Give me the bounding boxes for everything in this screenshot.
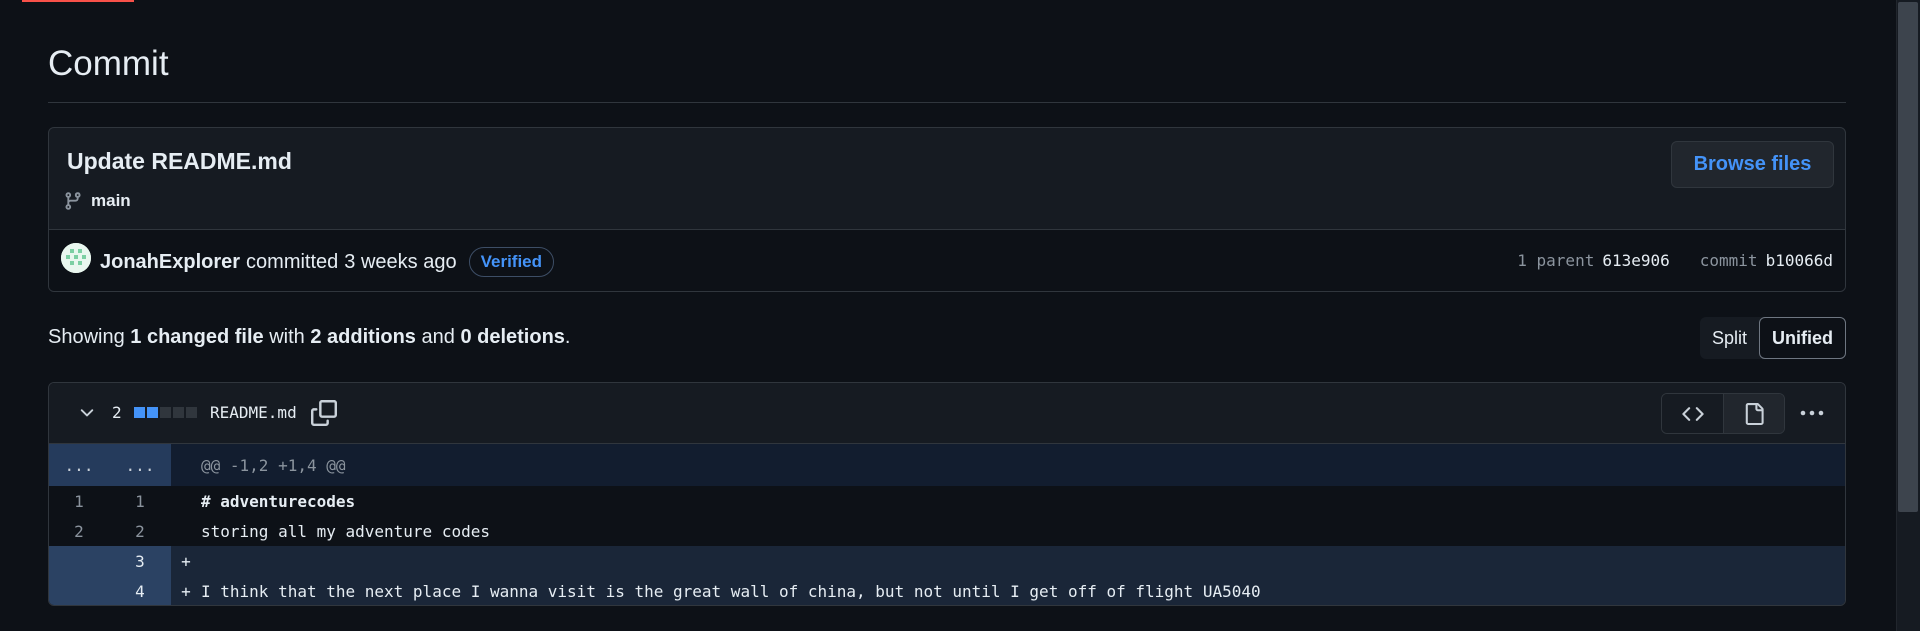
page-scrollbar[interactable] (1896, 0, 1920, 631)
diffstat-block-add (134, 407, 145, 418)
new-line-number[interactable]: 4 (109, 576, 171, 605)
commit-label: commit (1699, 251, 1758, 270)
diff-code: storing all my adventure codes (201, 521, 490, 541)
new-line-number[interactable]: 3 (109, 546, 171, 576)
diff-line-added: 4 + I think that the next place I wanna … (49, 576, 1845, 605)
diff-summary: Showing 1 changed file with 2 additions … (48, 326, 570, 349)
commit-message: Update README.md (67, 148, 292, 174)
old-line-number[interactable] (49, 546, 109, 576)
diffstat-block-neutral (186, 407, 197, 418)
verified-badge[interactable]: Verified (468, 247, 555, 277)
old-line-number[interactable]: 1 (49, 491, 109, 511)
diff-code: I think that the next place I wanna visi… (201, 581, 1261, 601)
kebab-horizontal-icon[interactable] (1799, 403, 1825, 423)
commit-parents: 1 parent 613e906 commit b10066d (1517, 251, 1833, 270)
diff-marker: + (181, 551, 191, 571)
summary-text: Showing (48, 326, 125, 348)
unified-view-button[interactable]: Unified (1759, 317, 1846, 359)
new-line-number[interactable]: 2 (109, 521, 171, 541)
file-view-buttons (1661, 393, 1785, 434)
file-view-button[interactable] (1723, 394, 1784, 433)
diff-line: 2 2 storing all my adventure codes (49, 516, 1845, 546)
file-icon (1745, 402, 1764, 425)
author-link[interactable]: JonahExplorer (100, 251, 240, 274)
diff-line-added: 3 + (49, 546, 1845, 576)
chevron-down-icon[interactable] (77, 403, 97, 423)
summary-text: and (421, 326, 455, 348)
split-view-button[interactable]: Split (1700, 317, 1759, 359)
parent-sha-link[interactable]: 613e906 (1602, 251, 1669, 270)
commit-author-line: JonahExplorer committed 3 weeks ago Veri… (100, 247, 555, 277)
diffstat-block-add (147, 407, 158, 418)
file-diff-header: 2 README.md (49, 383, 1845, 444)
parent-label: 1 parent (1517, 251, 1595, 270)
branch-label[interactable]: main (63, 190, 131, 212)
summary-deletions: 0 deletions (460, 326, 565, 348)
hunk-header-text: @@ -1,2 +1,4 @@ (201, 455, 346, 475)
diffstat-block-neutral (160, 407, 171, 418)
code-view-button[interactable] (1662, 394, 1723, 433)
old-line-number[interactable] (49, 576, 109, 605)
commit-action: committed (246, 250, 339, 273)
avatar[interactable] (61, 243, 91, 273)
diffstat-block-neutral (173, 407, 184, 418)
diff-line: 1 1 # adventurecodes (49, 486, 1845, 516)
hunk-expand-new[interactable]: ... (109, 444, 171, 486)
summary-changed-files: 1 changed file (130, 326, 264, 348)
branch-name: main (91, 191, 131, 210)
diffstat-bar (134, 407, 197, 418)
summary-text: with (269, 326, 305, 348)
diff-table: ... ... @@ -1,2 +1,4 @@ 1 1 # adventurec… (49, 444, 1845, 605)
summary-period: . (564, 326, 571, 348)
new-line-number[interactable]: 1 (109, 491, 171, 511)
title-divider (48, 102, 1846, 103)
file-diff: 2 README.md ... ... @@ -1,2 +1,4 @@ 1 1 … (48, 382, 1846, 606)
commit-sha: b10066d (1765, 251, 1833, 270)
commit-time[interactable]: 3 weeks ago (344, 251, 456, 274)
code-icon (1681, 406, 1704, 421)
hunk-header-row: ... ... @@ -1,2 +1,4 @@ (49, 444, 1845, 486)
commit-meta-row: JonahExplorer committed 3 weeks ago Veri… (49, 229, 1845, 291)
diff-filename[interactable]: README.md (210, 403, 297, 422)
diff-marker: + (181, 581, 191, 601)
summary-additions: 2 additions (310, 326, 416, 348)
page-title: Commit (48, 44, 169, 83)
top-accent-bar (22, 0, 134, 2)
diff-line-count: 2 (112, 403, 122, 422)
scrollbar-thumb[interactable] (1898, 2, 1918, 512)
diff-code: # adventurecodes (201, 491, 356, 511)
browse-files-button[interactable]: Browse files (1671, 141, 1834, 188)
git-branch-icon (65, 192, 81, 210)
copy-icon[interactable] (311, 400, 337, 426)
old-line-number[interactable]: 2 (49, 521, 109, 541)
commit-header-box: Update README.md main Browse files Jonah… (48, 127, 1846, 292)
hunk-expand-old[interactable]: ... (49, 444, 109, 486)
diff-view-toggle: Split Unified (1699, 317, 1846, 359)
